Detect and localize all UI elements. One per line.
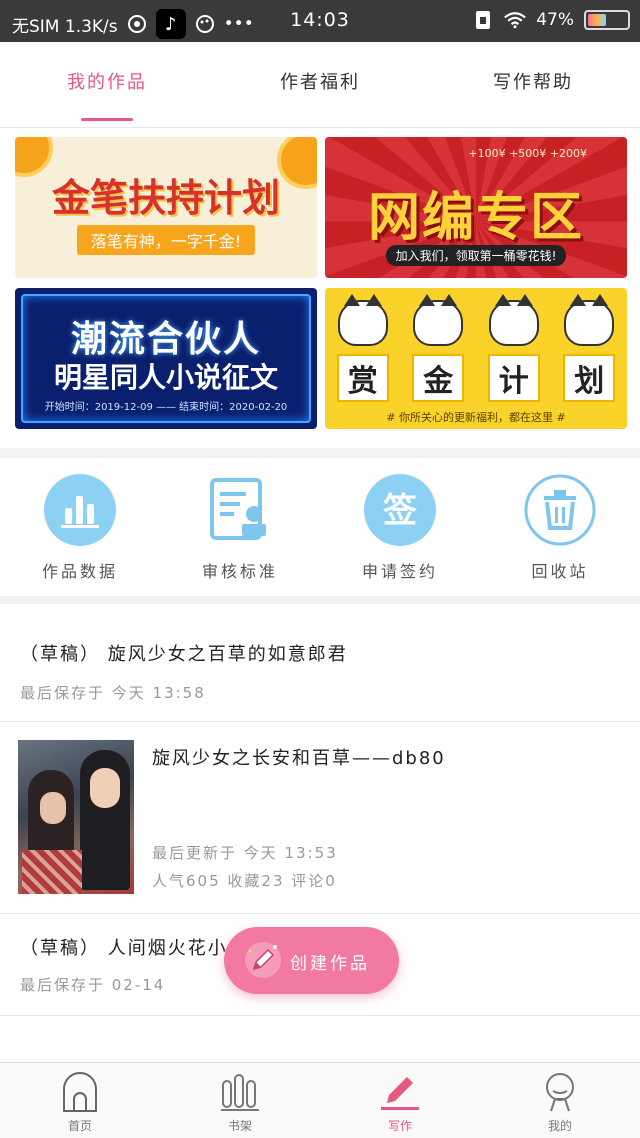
cat-icon — [564, 294, 615, 346]
status-bar: 无SIM 1.3K/s ♪ ••• 14:03 47% — [0, 0, 640, 42]
bounty-char: 金 — [412, 354, 465, 402]
banner-title-secondary: 明星同人小说征文 — [53, 361, 278, 394]
action-recycle-bin[interactable]: 回收站 — [480, 474, 640, 582]
nav-label: 首页 — [67, 1119, 92, 1133]
bottom-nav: 首页 书架 写作 我的 — [0, 1062, 640, 1138]
work-saved-time: 最后保存于 今天 13:58 — [20, 684, 206, 702]
wifi-icon — [504, 9, 527, 31]
work-updated-time: 最后更新于 今天 13:53 — [152, 844, 338, 862]
tab-writing-help[interactable]: 写作帮助 — [426, 68, 640, 94]
work-title: （草稿） 人间烟火花小 — [20, 938, 228, 959]
nav-home[interactable]: 首页 — [0, 1071, 160, 1134]
banner-trend-partner[interactable]: 潮流合伙人 明星同人小说征文 开始时间：2019-12-09 —— 结束时间：2… — [15, 288, 317, 429]
tab-my-works[interactable]: 我的作品 — [0, 68, 214, 94]
top-tabs: 我的作品 作者福利 写作帮助 — [0, 42, 640, 128]
fab-label: 创建作品 — [290, 954, 370, 974]
nav-label: 写作 — [387, 1119, 412, 1133]
nav-write[interactable]: 写作 — [320, 1071, 480, 1134]
action-label: 审核标准 — [201, 562, 278, 581]
action-review-standard[interactable]: 审核标准 — [160, 474, 320, 582]
banner-title: 网编专区 — [367, 188, 584, 248]
cat-icon — [413, 294, 464, 346]
cat-icon — [488, 294, 539, 346]
svg-text:签: 签 — [383, 491, 417, 531]
work-item-draft-1[interactable]: （草稿） 旋风少女之百草的如意郎君 最后保存于 今天 13:58 — [0, 604, 640, 722]
nav-profile[interactable]: 我的 — [480, 1071, 640, 1134]
tab-author-benefits[interactable]: 作者福利 — [213, 68, 427, 94]
bar-chart-icon — [44, 474, 116, 546]
document-stamp-icon — [204, 474, 276, 546]
create-work-button[interactable]: 创建作品 — [224, 927, 399, 994]
sim-icon — [472, 9, 494, 31]
battery-percent: 47% — [536, 10, 574, 30]
nav-label: 书架 — [227, 1119, 252, 1133]
bounty-char: 计 — [487, 354, 540, 402]
quick-actions: 作品数据 审核标准 签 申请签约 回收站 — [0, 458, 640, 596]
action-label: 回收站 — [531, 562, 589, 581]
cat-illustrations — [325, 294, 627, 346]
status-right: 47% — [472, 9, 630, 31]
banner-subtitle: 落笔有神，一字千金! — [15, 225, 317, 255]
banner-subtitle: # 你所关心的更新福利，都在这里 # — [386, 411, 566, 424]
battery-icon — [584, 10, 630, 30]
section-divider — [0, 596, 640, 604]
work-stats: 人气605 收藏23 评论0 — [152, 872, 337, 890]
banner-subtitle: 加入我们，领取第一桶零花钱! — [325, 245, 627, 266]
banner-dates: 开始时间：2019-12-09 —— 结束时间：2020-02-20 — [44, 402, 288, 413]
section-divider — [0, 448, 640, 458]
home-icon — [59, 1071, 101, 1113]
action-apply-contract[interactable]: 签 申请签约 — [320, 474, 480, 582]
trash-icon — [524, 474, 596, 546]
work-item-published[interactable]: 旋风少女之长安和百草——db80 最后更新于 今天 13:53 人气605 收藏… — [0, 722, 640, 914]
work-title: （草稿） 旋风少女之百草的如意郎君 — [20, 644, 348, 665]
nav-bookshelf[interactable]: 书架 — [160, 1071, 320, 1134]
bounty-title: 赏 金 计 划 — [325, 354, 627, 402]
banner-title: 金笔扶持计划 — [51, 176, 280, 220]
banner-title: 潮流合伙人 — [70, 319, 261, 360]
action-label: 作品数据 — [41, 562, 118, 581]
cat-icon — [337, 294, 388, 346]
sign-icon: 签 — [364, 474, 436, 546]
action-label: 申请签约 — [361, 562, 438, 581]
pencil-icon — [244, 941, 282, 979]
banner-grid: 金笔扶持计划 落笔有神，一字千金! +100¥ +500¥ +200¥ 网编专区… — [0, 128, 640, 448]
banner-bounty-plan[interactable]: 赏 金 计 划 # 你所关心的更新福利，都在这里 # — [325, 288, 627, 429]
bounty-char: 划 — [563, 354, 616, 402]
bookshelf-icon — [219, 1071, 261, 1113]
bounty-char: 赏 — [336, 354, 389, 402]
work-saved-time: 最后保存于 02-14 — [20, 976, 166, 994]
work-cover-image — [18, 740, 134, 894]
coin-amounts: +100¥ +500¥ +200¥ — [468, 147, 587, 160]
action-work-data[interactable]: 作品数据 — [0, 474, 160, 582]
profile-icon — [539, 1071, 581, 1113]
work-title: 旋风少女之长安和百草——db80 — [152, 748, 446, 769]
nav-label: 我的 — [547, 1119, 572, 1133]
banner-golden-pen[interactable]: 金笔扶持计划 落笔有神，一字千金! — [15, 137, 317, 278]
banner-web-editor[interactable]: +100¥ +500¥ +200¥ 网编专区 加入我们，领取第一桶零花钱! — [325, 137, 627, 278]
pen-icon — [379, 1071, 421, 1113]
active-tab-indicator — [81, 118, 133, 121]
